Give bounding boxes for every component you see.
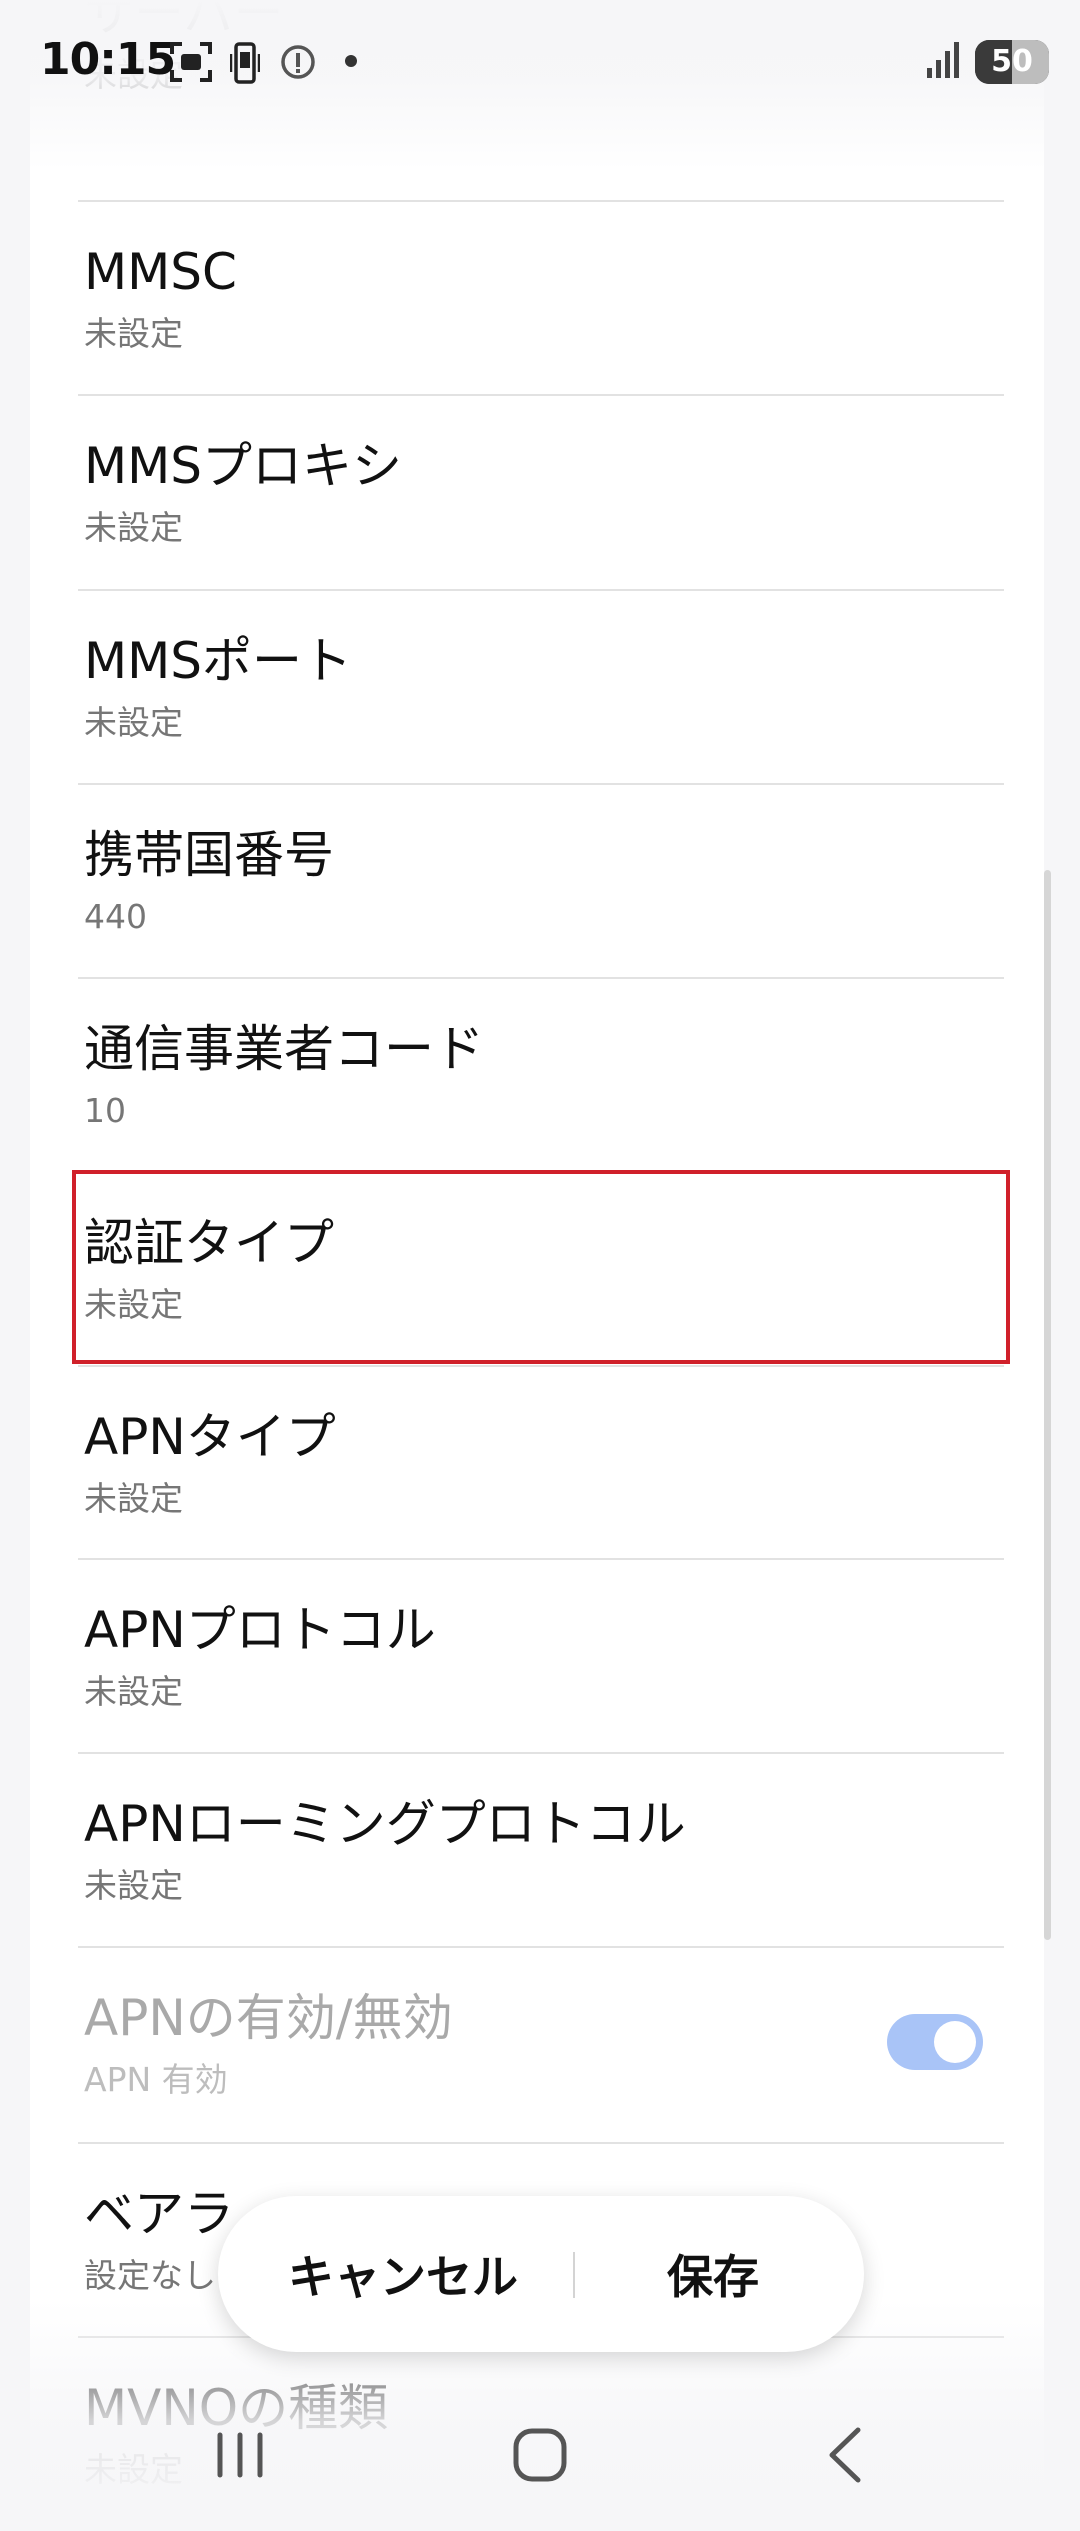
scrollbar[interactable] [1044,870,1051,1940]
item-title: 通信事業者コード [84,1020,484,1078]
save-button[interactable]: 保存 [578,2196,848,2352]
item-title: APNの有効/無効 [84,1989,453,2047]
item-summary: 10 [84,1091,126,1130]
item-summary: APN 有効 [84,2060,228,2099]
item-summary: 未設定 [84,1866,183,1905]
item-summary: 未設定 [84,1285,183,1324]
list-item-apn-roaming-protocol[interactable]: APNローミングプロトコル 未設定 [30,1754,1044,1947]
item-summary: 440 [84,897,147,936]
signal-icon [927,42,959,78]
item-title: MMSC [84,243,237,301]
item-summary: 未設定 [84,508,183,547]
recent-apps-icon[interactable] [212,2410,268,2500]
list-item-mms-proxy[interactable]: MMSプロキシ 未設定 [30,396,1044,589]
list-item-auth-type[interactable]: 認証タイプ 未設定 [30,1173,1044,1366]
item-summary: 設定なし [84,2256,216,2295]
item-title: APNタイプ [84,1408,336,1466]
toggle-knob [934,2021,976,2063]
battery-indicator: 50 [975,40,1049,84]
item-summary: 未設定 [84,314,183,353]
apn-enable-toggle[interactable] [887,2014,983,2070]
item-title: ベアラ [84,2185,234,2243]
list-item-apn-protocol[interactable]: APNプロトコル 未設定 [30,1560,1044,1753]
item-title: MMSプロキシ [84,437,403,495]
item-summary: 未設定 [84,1479,183,1518]
cancel-button[interactable]: キャンセル [238,2196,568,2352]
list-item-mnc[interactable]: 通信事業者コード 10 [30,979,1044,1172]
item-title: 認証タイプ [84,1214,334,1272]
item-summary: 未設定 [84,703,183,742]
action-bar: キャンセル 保存 [218,2196,864,2352]
screenshot-icon [170,42,212,82]
action-separator [573,2252,575,2298]
list-item-mcc[interactable]: 携帯国番号 440 [30,785,1044,978]
item-title: MMSポート [84,632,353,690]
back-icon[interactable] [820,2410,870,2500]
notification-dot-icon [345,55,357,67]
list-item-apn-type[interactable]: APNタイプ 未設定 [30,1367,1044,1560]
list-item-mmsc[interactable]: MMSC 未設定 [30,202,1044,395]
item-summary: 未設定 [84,1672,183,1711]
item-title: 携帯国番号 [84,826,334,884]
status-time: 10:15 [40,34,176,85]
item-title: APNプロトコル [84,1601,436,1659]
item-title: APNローミングプロトコル [84,1795,686,1853]
list-item-mms-port[interactable]: MMSポート 未設定 [30,591,1044,784]
info-icon [281,45,315,79]
item-summary: 未設定 [84,2450,183,2489]
battery-percent: 50 [991,44,1033,79]
phone-vibrate-icon [230,42,260,84]
home-icon[interactable] [508,2410,572,2500]
